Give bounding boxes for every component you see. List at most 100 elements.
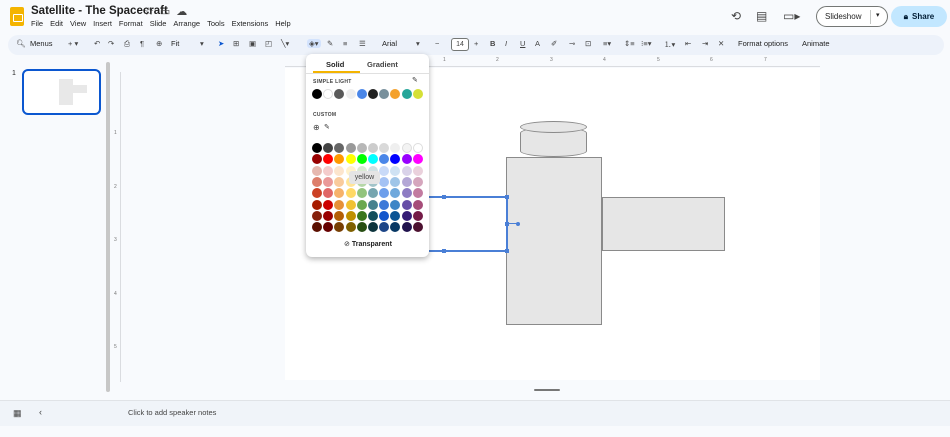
palette-color-swatch[interactable]: [379, 222, 390, 233]
palette-color-swatch[interactable]: [345, 199, 356, 210]
comments-icon[interactable]: ▤: [756, 9, 767, 23]
menu-extensions[interactable]: Extensions: [232, 19, 269, 28]
theme-color-swatch[interactable]: [390, 89, 401, 99]
numbered-list-icon[interactable]: ⒈▾: [664, 39, 675, 50]
format-options-button[interactable]: Format options: [738, 39, 788, 48]
palette-color-swatch[interactable]: [323, 165, 334, 176]
body-rectangle[interactable]: [506, 157, 602, 325]
transparent-button[interactable]: ⊘ Transparent: [344, 240, 392, 248]
palette-color-swatch[interactable]: [401, 176, 412, 187]
palette-color-swatch[interactable]: [334, 165, 345, 176]
theme-color-swatch[interactable]: [323, 89, 334, 99]
palette-color-swatch[interactable]: [390, 222, 401, 233]
palette-color-swatch[interactable]: [312, 143, 322, 153]
palette-color-swatch[interactable]: [356, 143, 367, 153]
palette-color-swatch[interactable]: [323, 188, 334, 199]
comment-icon[interactable]: ⊡: [585, 39, 591, 48]
palette-color-swatch[interactable]: [401, 199, 412, 210]
palette-color-swatch[interactable]: [368, 143, 378, 153]
palette-color-swatch[interactable]: [334, 176, 345, 187]
line-spacing-icon[interactable]: ⇕≡: [624, 39, 635, 48]
redo-icon[interactable]: ↷: [108, 39, 114, 48]
fill-color-icon[interactable]: ◈▾: [307, 39, 321, 48]
palette-color-swatch[interactable]: [323, 222, 334, 233]
palette-color-swatch[interactable]: [390, 176, 401, 187]
zoom-select[interactable]: Fit: [171, 39, 179, 48]
meet-icon[interactable]: ▭▸: [783, 9, 800, 23]
menu-view[interactable]: View: [70, 19, 86, 28]
palette-color-swatch[interactable]: [323, 154, 334, 165]
theme-color-swatch[interactable]: [412, 89, 423, 99]
palette-color-swatch[interactable]: [312, 199, 322, 210]
palette-color-swatch[interactable]: [390, 210, 401, 221]
cylinder-top-shape[interactable]: [520, 121, 587, 133]
palette-color-swatch[interactable]: [401, 210, 412, 221]
align-icon[interactable]: ≡▾: [603, 39, 611, 48]
palette-color-swatch[interactable]: [412, 176, 423, 187]
palette-color-swatch[interactable]: [334, 222, 345, 233]
palette-color-swatch[interactable]: [401, 143, 412, 153]
font-chevron-icon[interactable]: ▾: [416, 39, 420, 48]
chevron-down-icon[interactable]: ▾: [876, 11, 880, 19]
text-box-icon[interactable]: ⊞: [233, 39, 239, 48]
palette-color-swatch[interactable]: [412, 165, 423, 176]
slideshow-button[interactable]: Slideshow ▾: [816, 6, 888, 27]
paint-format-icon[interactable]: ¶: [140, 39, 144, 48]
palette-color-swatch[interactable]: [390, 165, 401, 176]
select-cursor-icon[interactable]: ➤: [218, 39, 224, 48]
palette-color-swatch[interactable]: [312, 154, 322, 165]
canvas-scrollbar[interactable]: [534, 389, 560, 391]
theme-color-swatch[interactable]: [379, 89, 390, 99]
palette-color-swatch[interactable]: [368, 188, 378, 199]
palette-color-swatch[interactable]: [334, 210, 345, 221]
border-color-icon[interactable]: ✎: [327, 39, 333, 48]
search-icon[interactable]: 🔍︎: [16, 39, 26, 48]
palette-color-swatch[interactable]: [390, 154, 401, 165]
menu-file[interactable]: File: [31, 19, 43, 28]
palette-color-swatch[interactable]: [368, 154, 378, 165]
new-slide-icon[interactable]: + ▾: [68, 39, 78, 48]
link-icon[interactable]: ⊸: [569, 39, 575, 48]
palette-color-swatch[interactable]: [334, 188, 345, 199]
palette-color-swatch[interactable]: [368, 210, 378, 221]
palette-color-swatch[interactable]: [356, 154, 367, 165]
theme-color-swatch[interactable]: [401, 89, 412, 99]
speaker-notes-placeholder[interactable]: Click to add speaker notes: [128, 408, 216, 417]
palette-color-swatch[interactable]: [379, 165, 390, 176]
cloud-icon[interactable]: ☁: [176, 6, 193, 18]
resize-handle[interactable]: [442, 195, 446, 199]
menu-insert[interactable]: Insert: [93, 19, 112, 28]
theme-color-swatch[interactable]: [368, 89, 378, 99]
menu-arrange[interactable]: Arrange: [173, 19, 200, 28]
undo-icon[interactable]: ↶: [94, 39, 100, 48]
clear-formatting-icon[interactable]: ✕: [718, 39, 724, 48]
palette-color-swatch[interactable]: [345, 188, 356, 199]
border-dash-icon[interactable]: ☰: [359, 39, 366, 48]
print-icon[interactable]: ⎙: [124, 39, 130, 49]
palette-color-swatch[interactable]: [345, 210, 356, 221]
underline-icon[interactable]: U: [520, 39, 525, 48]
theme-color-swatch[interactable]: [334, 89, 345, 99]
palette-color-swatch[interactable]: [412, 199, 423, 210]
menus-search[interactable]: Menus: [30, 39, 53, 48]
palette-color-swatch[interactable]: [401, 222, 412, 233]
palette-color-swatch[interactable]: [356, 188, 367, 199]
shape-icon[interactable]: ◰: [265, 39, 272, 48]
palette-color-swatch[interactable]: [345, 154, 356, 165]
zoom-chevron-icon[interactable]: ▾: [200, 39, 204, 48]
animate-button[interactable]: Animate: [802, 39, 830, 48]
custom-pencil-icon[interactable]: ✎: [324, 123, 330, 131]
menu-format[interactable]: Format: [119, 19, 143, 28]
filmstrip-scrollbar[interactable]: [106, 62, 110, 392]
palette-color-swatch[interactable]: [412, 222, 423, 233]
palette-color-swatch[interactable]: [334, 154, 345, 165]
palette-color-swatch[interactable]: [401, 154, 412, 165]
palette-color-swatch[interactable]: [334, 143, 345, 153]
palette-color-swatch[interactable]: [323, 143, 334, 153]
folder-icon[interactable]: ▭: [160, 6, 176, 18]
chevron-left-icon[interactable]: ‹: [39, 407, 42, 417]
font-size-input[interactable]: 14: [451, 38, 469, 51]
palette-color-swatch[interactable]: [390, 143, 401, 153]
image-icon[interactable]: ▣: [249, 39, 256, 48]
palette-color-swatch[interactable]: [345, 222, 356, 233]
